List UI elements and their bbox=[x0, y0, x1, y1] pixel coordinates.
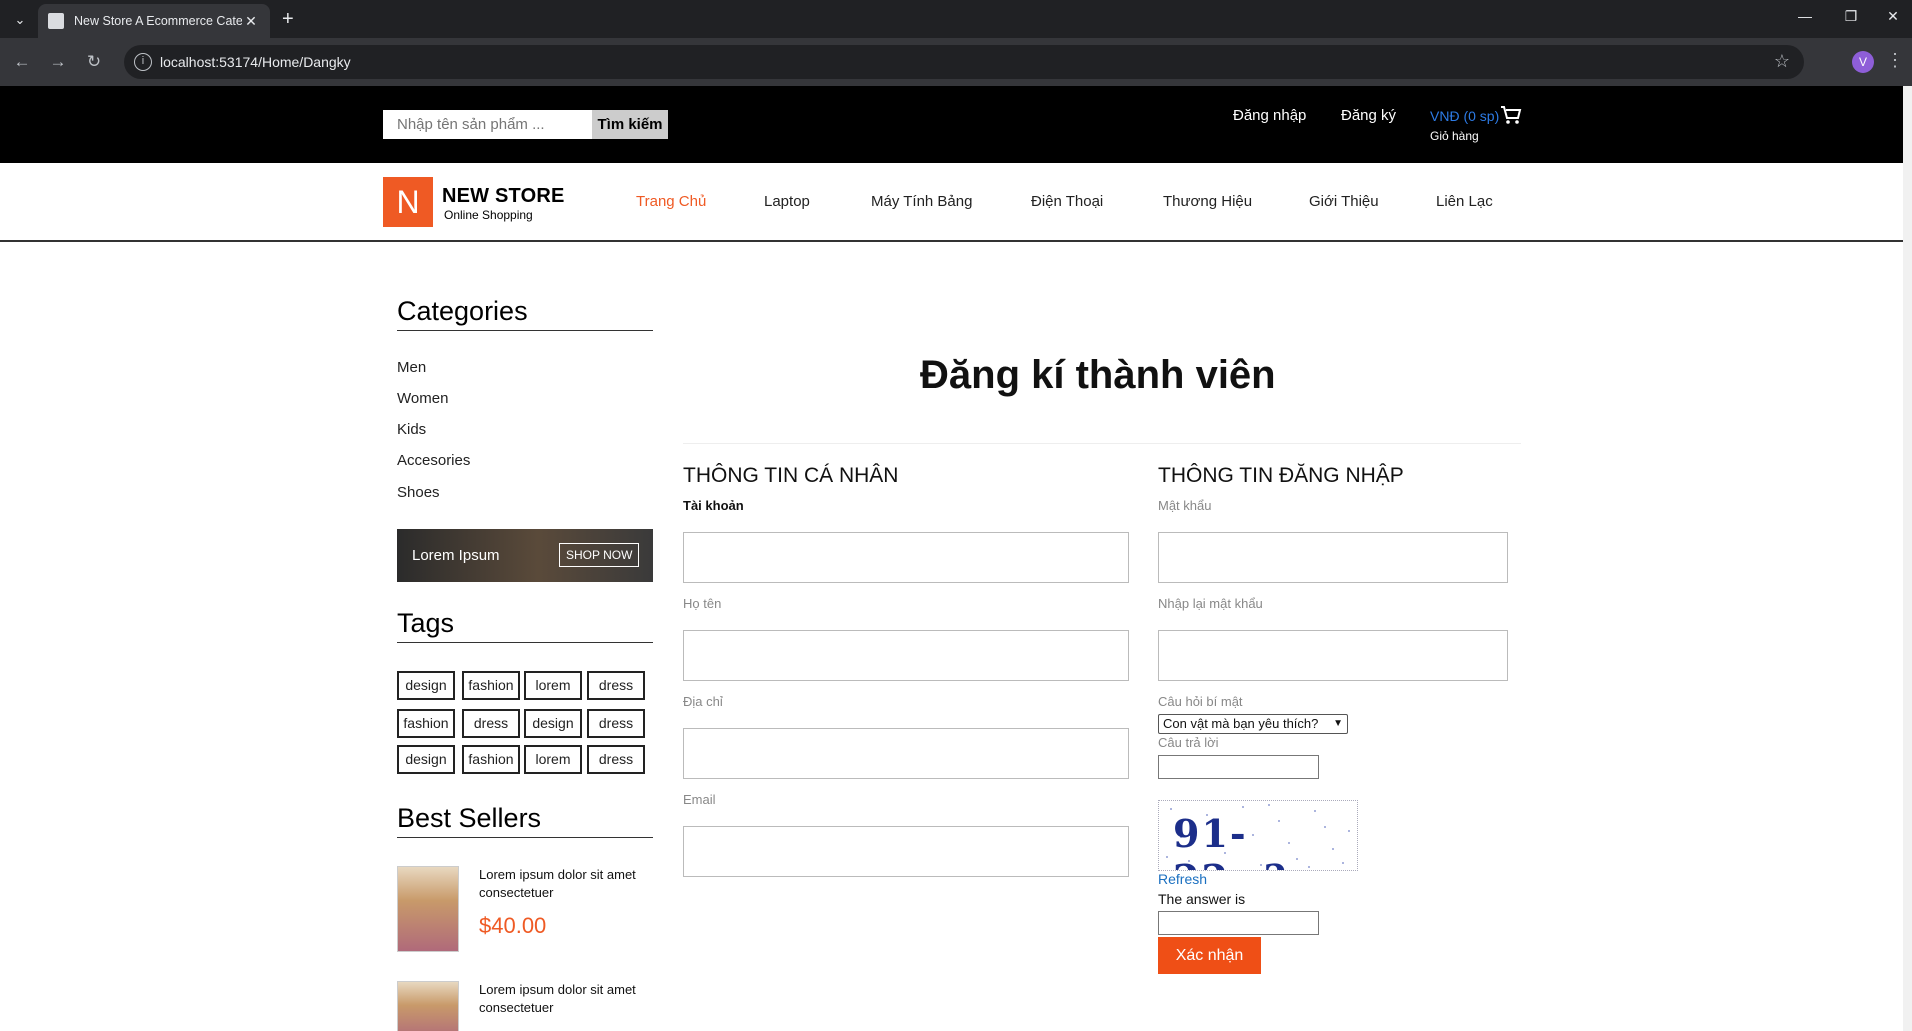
password-confirm-label: Nhập lại mật khẩu bbox=[1158, 596, 1263, 611]
account-input[interactable] bbox=[683, 532, 1129, 583]
tag-item[interactable]: dress bbox=[587, 671, 645, 700]
site-top-bar: Tìm kiếm Đăng nhập Đăng ký VNĐ (0 sp) Gi… bbox=[0, 86, 1912, 163]
secret-question-label: Câu hỏi bí mật bbox=[1158, 694, 1243, 709]
category-accesories[interactable]: Accesories bbox=[397, 452, 470, 469]
secret-answer-input[interactable] bbox=[1158, 755, 1319, 779]
category-men[interactable]: Men bbox=[397, 359, 426, 376]
store-tagline: Online Shopping bbox=[444, 208, 533, 222]
cart-label[interactable]: Giỏ hàng bbox=[1430, 129, 1479, 143]
nav-phone[interactable]: Điện Thoại bbox=[1031, 193, 1103, 210]
store-name[interactable]: NEW STORE bbox=[442, 185, 565, 208]
promo-text: Lorem Ipsum bbox=[412, 547, 500, 564]
tag-item[interactable]: design bbox=[397, 745, 455, 774]
best-seller-image[interactable] bbox=[397, 981, 459, 1031]
shopping-cart-icon[interactable] bbox=[1500, 104, 1522, 131]
store-logo[interactable]: N bbox=[383, 177, 433, 227]
fullname-input[interactable] bbox=[683, 630, 1129, 681]
tags-heading: Tags bbox=[397, 608, 455, 638]
tag-item[interactable]: dress bbox=[587, 709, 645, 738]
tags-divider bbox=[397, 642, 653, 643]
browser-tab[interactable]: New Store A Ecommerce Categ ✕ bbox=[38, 4, 270, 38]
page-scrollbar[interactable] bbox=[1903, 86, 1912, 1031]
product-search-input[interactable] bbox=[383, 110, 592, 139]
omnibox[interactable]: i localhost:53174/Home/Dangky ☆ bbox=[124, 45, 1804, 79]
nav-home[interactable]: Trang Chủ bbox=[636, 193, 706, 210]
personal-info-title: THÔNG TIN CÁ NHÂN bbox=[683, 464, 899, 487]
close-tab-icon[interactable]: ✕ bbox=[242, 13, 260, 30]
answer-label: Câu trả lời bbox=[1158, 735, 1219, 750]
main-navbar: N NEW STORE Online Shopping Trang Chủ La… bbox=[0, 163, 1912, 242]
nav-tablet[interactable]: Máy Tính Bảng bbox=[871, 193, 972, 210]
profile-avatar[interactable]: V bbox=[1852, 51, 1874, 73]
best-seller-title[interactable]: Lorem ipsum dolor sit amet consectetuer bbox=[479, 866, 659, 902]
tag-item[interactable]: lorem bbox=[524, 745, 582, 774]
captcha-refresh-link[interactable]: Refresh bbox=[1158, 871, 1207, 887]
best-seller-title[interactable]: Lorem ipsum dolor sit amet consectetuer bbox=[479, 981, 659, 1017]
heading-divider bbox=[683, 443, 1521, 444]
address-input[interactable] bbox=[683, 728, 1129, 779]
password-confirm-input[interactable] bbox=[1158, 630, 1508, 681]
back-icon[interactable]: ← bbox=[10, 50, 34, 74]
tag-item[interactable]: design bbox=[524, 709, 582, 738]
page-favicon-icon bbox=[48, 13, 64, 29]
address-bar-row: ← → ↻ i localhost:53174/Home/Dangky ☆ V … bbox=[0, 38, 1912, 86]
captcha-text: 91-22=? bbox=[1173, 811, 1286, 870]
category-women[interactable]: Women bbox=[397, 390, 448, 407]
chevron-down-icon: ▼ bbox=[1333, 718, 1343, 729]
category-shoes[interactable]: Shoes bbox=[397, 484, 440, 501]
tag-item[interactable]: design bbox=[397, 671, 455, 700]
category-kids[interactable]: Kids bbox=[397, 421, 426, 438]
url-text[interactable]: localhost:53174/Home/Dangky bbox=[160, 54, 351, 70]
search-button[interactable]: Tìm kiếm bbox=[592, 110, 668, 139]
page-title: Đăng kí thành viên bbox=[920, 353, 1276, 397]
reload-icon[interactable]: ↻ bbox=[82, 50, 106, 74]
restore-icon[interactable]: ❐ bbox=[1836, 8, 1866, 25]
login-link[interactable]: Đăng nhập bbox=[1233, 107, 1306, 124]
nav-laptop[interactable]: Laptop bbox=[764, 193, 810, 210]
login-info-title: THÔNG TIN ĐĂNG NHẬP bbox=[1158, 464, 1404, 487]
categories-heading: Categories bbox=[397, 296, 528, 326]
email-input[interactable] bbox=[683, 826, 1129, 877]
site-info-icon[interactable]: i bbox=[134, 53, 152, 71]
account-label: Tài khoản bbox=[683, 498, 744, 513]
register-link[interactable]: Đăng ký bbox=[1341, 107, 1396, 124]
nav-brand[interactable]: Thương Hiệu bbox=[1163, 193, 1252, 210]
promo-banner[interactable]: Lorem Ipsum SHOP NOW bbox=[397, 529, 653, 582]
password-input[interactable] bbox=[1158, 532, 1508, 583]
nav-contact[interactable]: Liên Lạc bbox=[1436, 193, 1493, 210]
bookmark-star-icon[interactable]: ☆ bbox=[1774, 51, 1790, 72]
tag-item[interactable]: lorem bbox=[524, 671, 582, 700]
captcha-answer-input[interactable] bbox=[1158, 911, 1319, 935]
tag-item[interactable]: dress bbox=[587, 745, 645, 774]
tab-search-button[interactable]: ⌄ bbox=[8, 8, 32, 32]
nav-about[interactable]: Giới Thiệu bbox=[1309, 193, 1379, 210]
browser-menu-icon[interactable]: ⋮ bbox=[1886, 50, 1904, 71]
minimize-icon[interactable]: — bbox=[1790, 8, 1820, 24]
tag-item[interactable]: fashion bbox=[397, 709, 455, 738]
best-sellers-heading: Best Sellers bbox=[397, 803, 542, 833]
best-seller-image[interactable] bbox=[397, 866, 459, 952]
password-label: Mật khẩu bbox=[1158, 498, 1212, 513]
window-close-icon[interactable]: ✕ bbox=[1878, 8, 1908, 25]
shop-now-button[interactable]: SHOP NOW bbox=[559, 543, 640, 567]
captcha-answer-label: The answer is bbox=[1158, 891, 1246, 907]
best-sellers-divider bbox=[397, 837, 653, 838]
email-label: Email bbox=[683, 792, 716, 807]
tag-item[interactable]: fashion bbox=[462, 745, 520, 774]
cart-amount[interactable]: VNĐ (0 sp) bbox=[1430, 108, 1499, 124]
browser-tab-strip: ⌄ New Store A Ecommerce Categ ✕ + — ❐ ✕ bbox=[0, 0, 1912, 38]
categories-divider bbox=[397, 330, 653, 331]
new-tab-icon[interactable]: + bbox=[282, 8, 294, 30]
tag-item[interactable]: fashion bbox=[462, 671, 520, 700]
address-label: Địa chỉ bbox=[683, 694, 723, 709]
tab-title: New Store A Ecommerce Categ bbox=[74, 14, 242, 28]
submit-button[interactable]: Xác nhận bbox=[1158, 937, 1261, 974]
best-seller-price: $40.00 bbox=[479, 913, 547, 938]
forward-icon[interactable]: → bbox=[46, 50, 70, 74]
fullname-label: Họ tên bbox=[683, 596, 722, 611]
tag-item[interactable]: dress bbox=[462, 709, 520, 738]
captcha-image: 91-22=? bbox=[1158, 800, 1358, 871]
secret-question-select[interactable]: Con vật mà bạn yêu thích? ▼ bbox=[1158, 714, 1348, 734]
secret-question-value: Con vật mà bạn yêu thích? bbox=[1163, 716, 1319, 731]
